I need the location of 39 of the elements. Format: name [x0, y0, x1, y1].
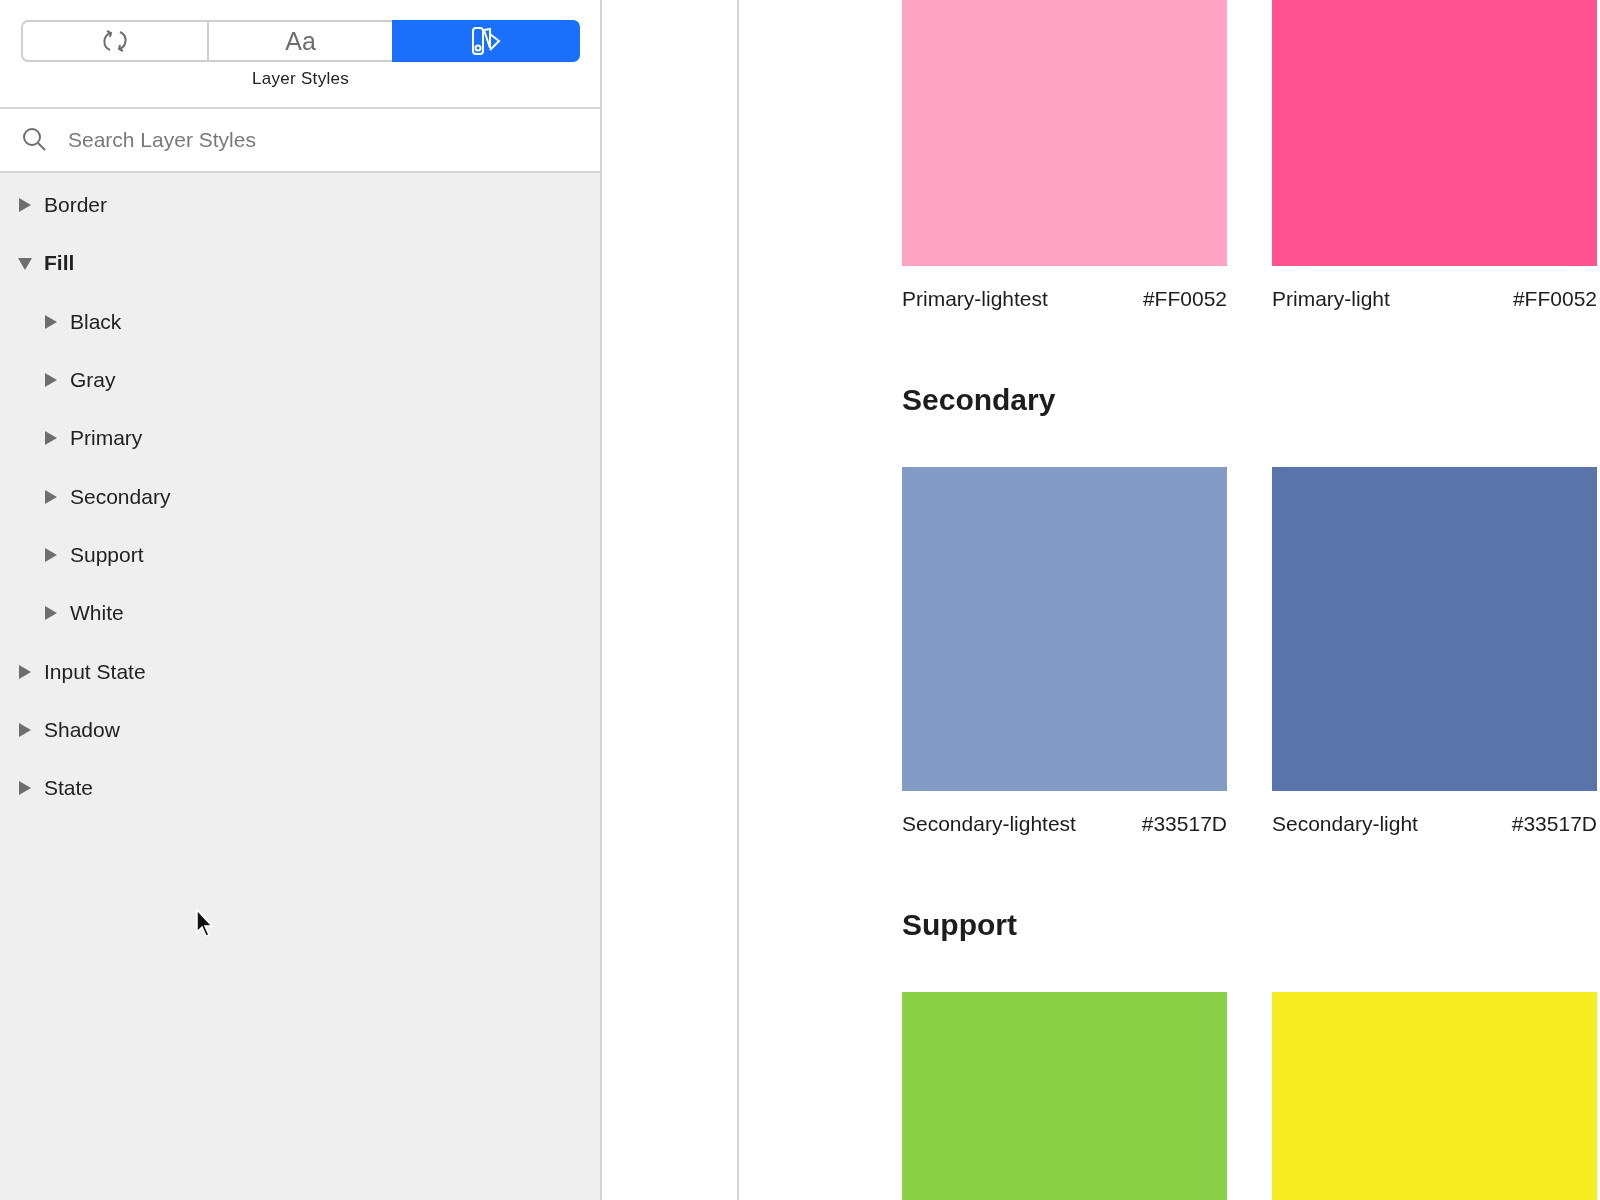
mouse-pointer-icon [195, 908, 215, 938]
tree-item[interactable]: Primary [70, 426, 143, 451]
tree-item[interactable]: Border [44, 193, 108, 218]
disclosure-triangle-icon[interactable] [44, 605, 58, 622]
tree-item[interactable]: Black [70, 309, 122, 334]
color-swatch-icon [470, 26, 503, 56]
tree-item[interactable]: Gray [70, 368, 116, 393]
tree-item[interactable]: White [70, 601, 124, 626]
section-heading: Secondary [902, 383, 1057, 417]
hex-value: #33517D [1141, 812, 1227, 836]
tree-item[interactable]: Secondary [70, 484, 171, 509]
disclosure-triangle-icon[interactable] [44, 372, 58, 389]
swatch-name: Primary-light [1272, 287, 1390, 311]
segment-tab[interactable]: Aa [206, 20, 393, 62]
segment-tab[interactable] [392, 20, 580, 62]
hex-value: #33517D [1511, 812, 1597, 836]
tree-item[interactable]: Support [70, 542, 144, 567]
tree-item[interactable]: Fill [44, 251, 75, 276]
tree-item[interactable]: Input State [44, 659, 146, 684]
disclosure-triangle-icon[interactable] [18, 255, 32, 272]
search-field[interactable]: Search Layer Styles [0, 109, 600, 173]
disclosure-triangle-icon[interactable] [18, 663, 32, 680]
disclosure-triangle-icon[interactable] [44, 313, 58, 330]
rotate-arrows-icon [100, 28, 129, 54]
disclosure-triangle-icon[interactable] [18, 721, 32, 738]
disclosure-triangle-icon[interactable] [44, 488, 58, 505]
disclosure-triangle-icon[interactable] [44, 430, 58, 447]
section-heading: Support [902, 908, 1018, 942]
tree-item[interactable]: Shadow [44, 717, 120, 742]
hex-value: #FF0052 [1142, 287, 1227, 311]
segment-caption: Layer Styles [250, 69, 351, 89]
swatch-name: Secondary-light [1272, 812, 1418, 836]
disclosure-triangle-icon[interactable] [18, 780, 32, 797]
disclosure-triangle-icon[interactable] [44, 546, 58, 563]
tree-item[interactable]: State [44, 776, 94, 801]
disclosure-triangle-icon[interactable] [18, 197, 32, 214]
swatch-name: Secondary-lightest [902, 812, 1076, 836]
hex-value: #FF0052 [1512, 287, 1597, 311]
swatch-name: Primary-lightest [902, 287, 1048, 311]
